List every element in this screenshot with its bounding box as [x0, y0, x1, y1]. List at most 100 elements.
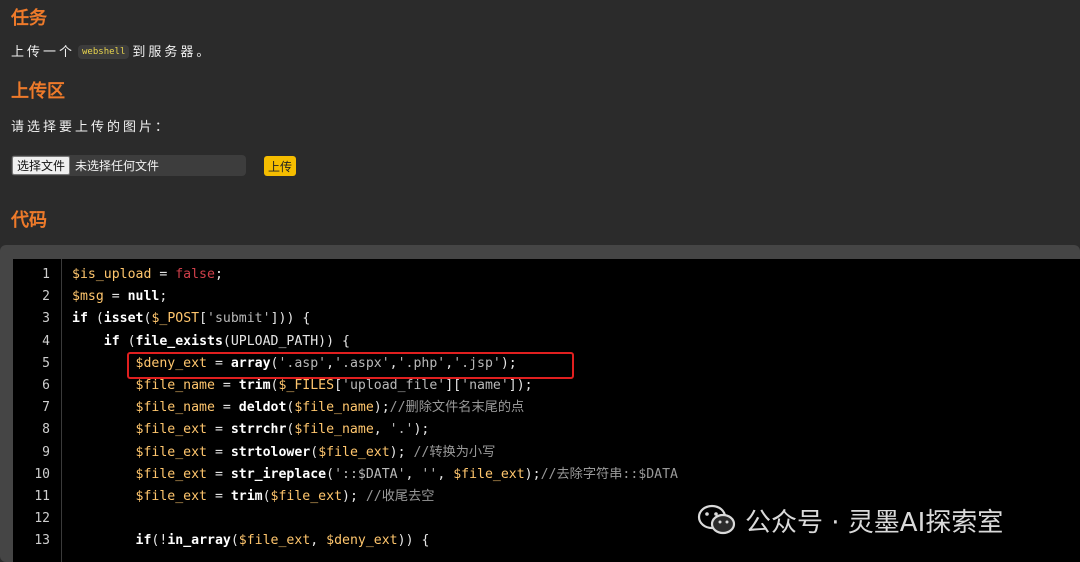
code-token: if — [103, 333, 120, 349]
code-line: $msg = null; — [72, 286, 167, 308]
line-number: 2 — [42, 289, 50, 305]
file-status-text: 未选择任何文件 — [75, 159, 160, 173]
code-token: strrchr — [230, 422, 287, 438]
code-token: strtolower — [230, 444, 311, 460]
code-line: $is_upload = false; — [72, 264, 223, 286]
code-token: ( — [119, 333, 136, 349]
line-number: 11 — [34, 489, 50, 504]
code-line: if (file_exists(UPLOAD_PATH)) { — [72, 331, 350, 353]
code-token: $msg — [72, 289, 104, 305]
code-token: '.' — [389, 422, 414, 438]
task-heading: 任务 — [11, 8, 47, 29]
line-number: 6 — [42, 378, 50, 393]
code-token: ); — [373, 400, 390, 416]
line-number: 1 — [42, 267, 50, 282]
code-token: = — [207, 489, 231, 504]
code-token: $file_name — [294, 422, 374, 438]
code-line: $file_name = deldot($file_name);//删除文件名末… — [72, 397, 525, 419]
code-token: false — [175, 267, 215, 282]
code-token: 'name' — [461, 378, 509, 393]
task-text-prefix: 上传一个 — [11, 45, 76, 60]
code-token: [ — [334, 378, 343, 393]
code-token: //转换为小写 — [413, 444, 496, 460]
code-token: //去除字符串::$DATA — [540, 466, 678, 482]
upload-heading: 上传区 — [11, 81, 65, 102]
code-token: $deny_ext — [326, 533, 398, 549]
code-token: ; — [214, 267, 223, 282]
code-token: 'submit' — [207, 311, 271, 327]
line-number: 13 — [34, 533, 50, 549]
code-token: ( — [262, 489, 271, 504]
code-line: $file_ext = str_ireplace('::$DATA', '', … — [72, 464, 678, 486]
code-token: ( — [230, 533, 239, 549]
code-token: $is_upload — [72, 267, 152, 282]
code-token: 'upload_file' — [342, 378, 446, 393]
code-token: ])) { — [270, 311, 311, 327]
watermark: 公众号 · 灵墨AI探索室 — [697, 500, 1003, 540]
code-token: str_ireplace — [230, 466, 327, 482]
code-token: $file_ext — [318, 444, 390, 460]
code-token: , — [437, 466, 454, 482]
upload-prompt: 请选择要上传的图片： — [11, 120, 172, 135]
code-token: $file_ext — [270, 489, 343, 504]
line-number: 8 — [42, 422, 50, 438]
line-number-gutter: 1 2 3 4 5 6 7 8 9 10 11 12 13 — [13, 259, 62, 562]
code-token: ); — [413, 422, 430, 438]
code-token: , — [405, 466, 422, 482]
code-token: = — [207, 422, 231, 438]
line-number: 7 — [42, 400, 50, 416]
code-token: $file_ext — [238, 533, 311, 549]
code-line: if (isset($_POST['submit'])) { — [72, 308, 310, 330]
code-token: if — [72, 311, 88, 327]
code-token: , — [310, 533, 327, 549]
code-token: ( — [326, 466, 335, 482]
code-token: $_FILES — [278, 378, 335, 393]
upload-submit-button[interactable]: 上传 — [264, 156, 297, 176]
code-token: = — [207, 444, 231, 460]
task-description: 上传一个 webshell 到服务器。 — [11, 41, 212, 60]
code-token: $file_ext — [135, 444, 207, 460]
code-line: $file_ext = strrchr($file_name, '.'); — [72, 419, 430, 441]
choose-file-button[interactable]: 选择文件 — [12, 156, 71, 175]
code-token: ][ — [445, 378, 462, 393]
highlight-box-deny-ext — [127, 352, 574, 379]
code-token: $file_name — [294, 400, 374, 416]
code-token: file_exists — [135, 333, 223, 349]
code-line: $file_ext = strtolower($file_ext); //转换为… — [72, 442, 496, 464]
task-text-suffix: 到服务器。 — [132, 45, 213, 60]
watermark-text: 公众号 · 灵墨AI探索室 — [745, 507, 1004, 538]
code-token: null — [127, 289, 160, 305]
code-token: if — [135, 533, 152, 549]
code-token: '' — [421, 466, 438, 482]
code-token: isset — [103, 311, 144, 327]
code-token: $file_ext — [135, 466, 207, 482]
code-token: //收尾去空 — [365, 489, 435, 504]
code-token: = — [151, 267, 176, 282]
code-token: (UPLOAD_PATH)) { — [222, 333, 350, 349]
code-token: $file_ext — [135, 489, 207, 504]
code-token: ( — [87, 311, 104, 327]
code-token: [ — [199, 311, 208, 327]
code-token: $_POST — [151, 311, 200, 327]
code-token: ; — [159, 289, 168, 305]
code-token: (! — [151, 533, 168, 549]
code-token: = — [214, 400, 239, 416]
code-token: $file_name — [135, 400, 215, 416]
code-token: trim — [238, 378, 271, 393]
file-input[interactable]: 选择文件 未选择任何文件 — [11, 155, 246, 176]
code-token: $file_name — [135, 378, 215, 393]
code-token: = — [207, 466, 231, 482]
code-line: $file_ext = trim($file_ext); //收尾去空 — [72, 486, 435, 508]
code-token: , — [373, 422, 390, 438]
code-token: = — [103, 289, 128, 305]
code-heading: 代码 — [11, 210, 47, 231]
code-token: ( — [310, 444, 319, 460]
code-token: ); — [389, 444, 414, 460]
